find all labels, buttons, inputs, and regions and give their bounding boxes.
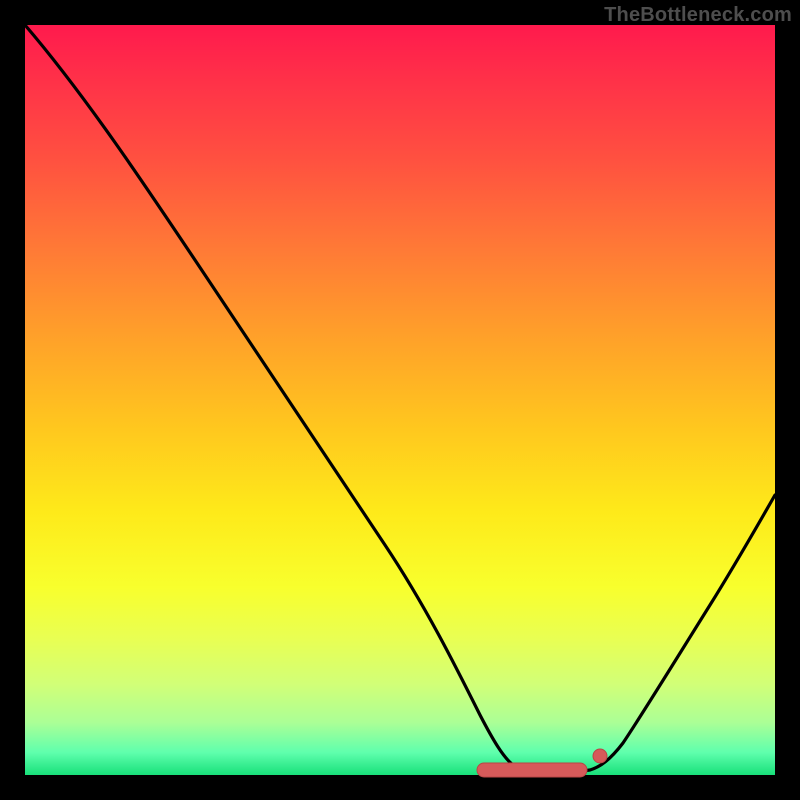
- chart-frame: TheBottleneck.com: [0, 0, 800, 800]
- plot-area: [25, 25, 775, 775]
- flat-minimum-marker: [477, 763, 587, 777]
- bottleneck-curve: [25, 25, 775, 772]
- curve-layer: [25, 25, 775, 775]
- attribution-label: TheBottleneck.com: [604, 4, 792, 27]
- minimum-end-dot: [593, 749, 607, 763]
